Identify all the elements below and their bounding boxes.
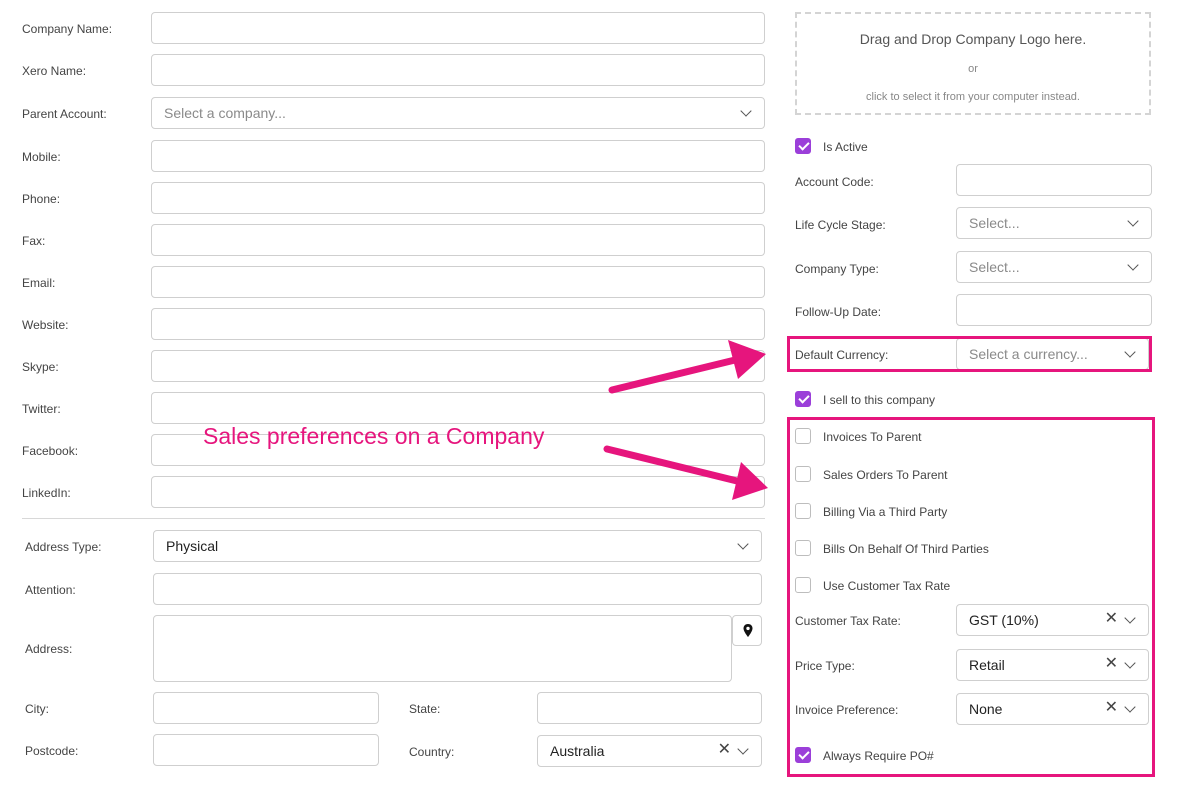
annotation-arrows xyxy=(603,340,768,500)
arrow-currency-head xyxy=(728,340,766,379)
arrow-currency-line xyxy=(608,356,739,394)
arrow-sales-head xyxy=(732,462,768,500)
arrow-sales-line xyxy=(603,445,741,485)
